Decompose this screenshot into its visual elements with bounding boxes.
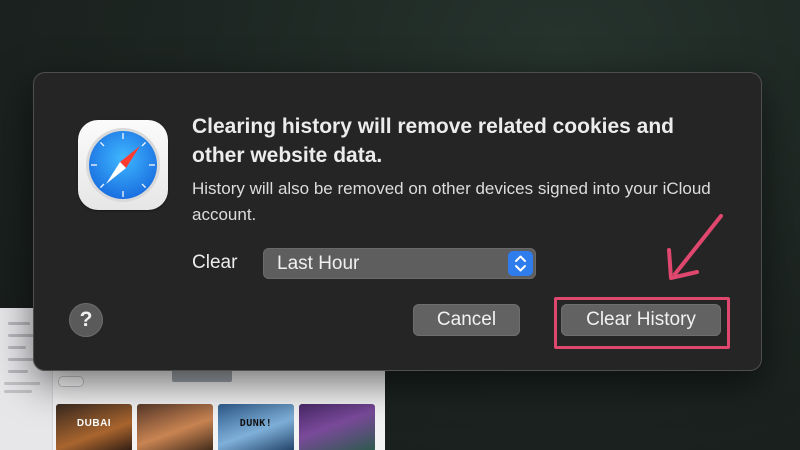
safari-compass-icon bbox=[78, 120, 168, 210]
media-tile[interactable] bbox=[299, 404, 375, 450]
media-tile[interactable] bbox=[137, 404, 213, 450]
cancel-button[interactable]: Cancel bbox=[413, 304, 520, 336]
clear-range-select[interactable]: Last Hour bbox=[263, 248, 536, 279]
annotation-highlight-box bbox=[554, 297, 730, 349]
media-tile[interactable]: DUBAI bbox=[56, 404, 132, 450]
pink-arrow-icon bbox=[667, 214, 723, 280]
up-down-chevron-icon bbox=[508, 251, 533, 276]
clear-history-dialog: Clearing history will remove related coo… bbox=[33, 72, 762, 371]
monitor-stand bbox=[172, 370, 232, 382]
clear-range-value: Last Hour bbox=[277, 253, 360, 274]
media-tile[interactable]: DUNK! bbox=[218, 404, 294, 450]
background-pill-button bbox=[58, 376, 84, 387]
dialog-message: History will also be removed on other de… bbox=[192, 179, 711, 224]
clear-range-label: Clear bbox=[192, 252, 238, 273]
help-button[interactable]: ? bbox=[69, 303, 103, 337]
dialog-headline: Clearing history will remove related coo… bbox=[192, 115, 674, 167]
